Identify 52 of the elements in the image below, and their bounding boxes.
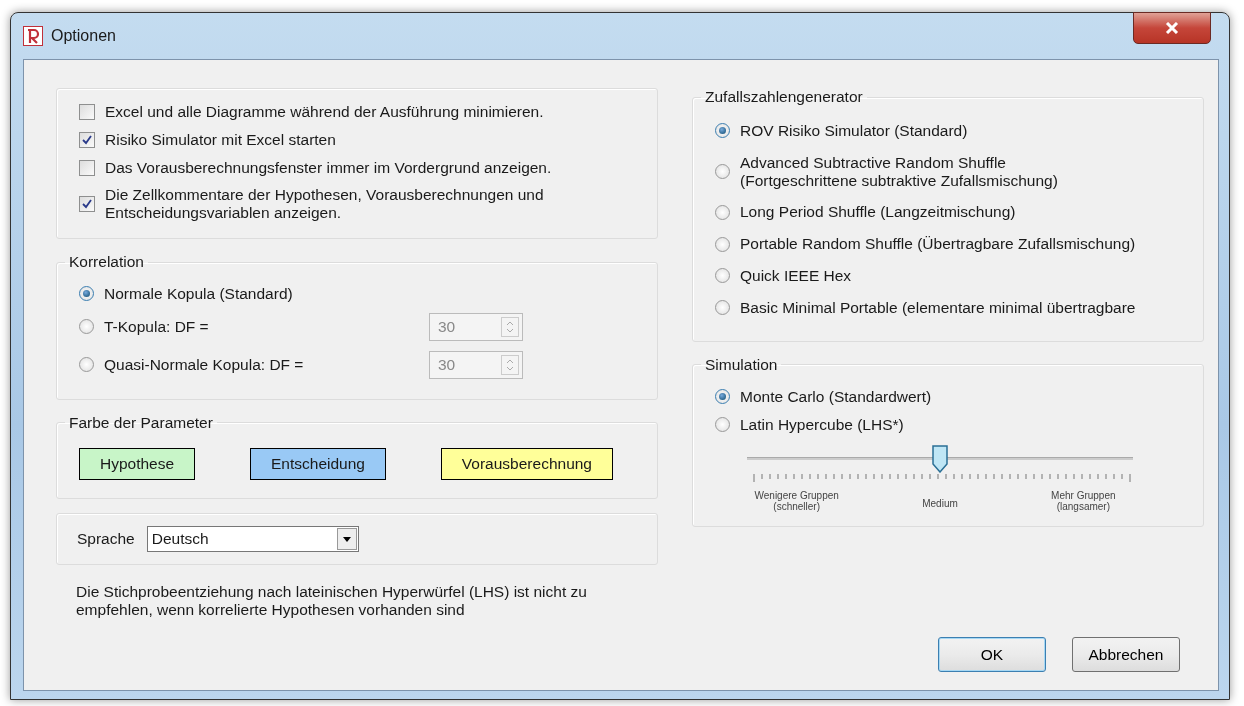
spin-arrows-icon (501, 316, 519, 337)
radio-label: Long Period Shuffle (Langzeitmischung) (740, 203, 1016, 222)
slider-label: Mehr Gruppen (langsamer) (1050, 490, 1117, 513)
radio-button[interactable] (79, 286, 94, 302)
radio-button[interactable] (715, 268, 730, 284)
radio-button[interactable] (715, 300, 730, 316)
dialog-button[interactable]: OK (938, 637, 1046, 672)
color-button[interactable]: Vorausberechnung (440, 447, 613, 480)
slider-label: Wenigere Gruppen (schneller) (753, 490, 840, 513)
radio-label: Normale Kopula (Standard) (104, 285, 293, 303)
radio-label: Latin Hypercube (LHS*) (740, 415, 904, 434)
spin-arrows-icon (501, 354, 519, 375)
radio-label: T-Kopula: DF = (104, 317, 209, 336)
color-button[interactable]: Entscheidung (250, 447, 386, 480)
radio-button[interactable] (715, 204, 730, 220)
radio-label: Basic Minimal Portable (elementare minimal übertragbare (740, 298, 1136, 317)
close-button[interactable] (1133, 12, 1211, 44)
checkbox-label: Risiko Simulator mit Excel starten (105, 130, 336, 149)
checkbox-label: Die Zellkommentare der Hypothesen, Vorausberechnungen und Entscheidungsvariablen anzeigen. (105, 186, 545, 223)
app-logo-icon (23, 26, 43, 46)
dialog-button[interactable]: Abbrechen (1072, 637, 1180, 672)
radio-label: Quick IEEE Hex (740, 267, 852, 285)
radio-button[interactable] (715, 416, 730, 432)
slider-label: Medium (921, 497, 959, 512)
radio-label: Quasi-Normale Kopula: DF = (104, 355, 304, 374)
radio-label: ROV Risiko Simulator (Standard) (740, 122, 968, 140)
radio-button[interactable] (715, 123, 730, 139)
slider-thumb[interactable] (932, 445, 948, 474)
group-title: Simulation (704, 355, 779, 374)
checkbox-label: Das Vorausberechnungsfenster immer im Vordergrund anzeigen. (105, 158, 552, 177)
color-button[interactable]: Hypothese (79, 447, 196, 480)
checkbox[interactable] (79, 159, 95, 176)
close-icon (1165, 22, 1179, 34)
note-text: Die Stichprobeentziehung nach lateinischen Hyperwürfel (LHS) ist nicht zu empfehlen, wenn korrelierte Hypothesen vorhanden sind (76, 582, 588, 621)
checkbox[interactable] (79, 103, 95, 120)
radio-button[interactable] (79, 319, 94, 335)
checkbox[interactable] (79, 196, 95, 213)
language-dropdown[interactable]: Deutsch (146, 525, 359, 552)
field-label: Sprache (77, 529, 135, 548)
checkbox-label: Excel und alle Diagramme während der Ausführung minimieren. (105, 103, 544, 121)
checkbox[interactable] (79, 131, 95, 148)
group-title: Farbe der Parameter (68, 413, 214, 432)
radio-button[interactable] (79, 357, 94, 373)
radio-label: Portable Random Shuffle (Übertragbare Zufallsmischung) (740, 235, 1136, 254)
group-title: Zufallszahlengenerator (704, 88, 864, 106)
radio-label: Advanced Subtractive Random Shuffle (Fortgeschrittene subtraktive Zufallsmischung) (740, 153, 1058, 190)
radio-label: Monte Carlo (Standardwert) (740, 387, 932, 406)
group-title: Korrelation (68, 253, 145, 272)
radio-button[interactable] (715, 389, 730, 405)
radio-button[interactable] (715, 164, 730, 180)
radio-button[interactable] (715, 236, 730, 252)
window-title: Optionen (51, 27, 116, 45)
